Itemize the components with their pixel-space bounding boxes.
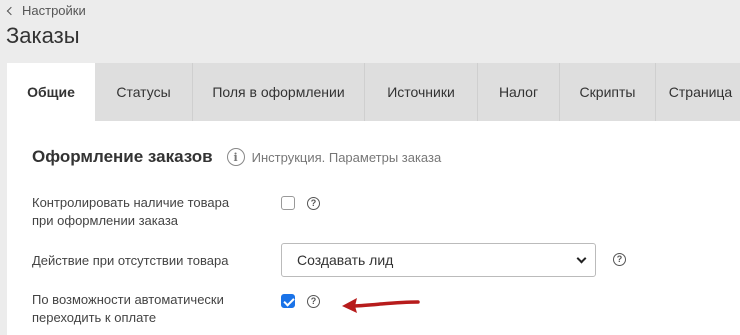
back-link[interactable]: Настройки bbox=[6, 3, 86, 18]
auto-payment-label: По возможности автоматически переходить … bbox=[32, 291, 224, 327]
section-title: Оформление заказов bbox=[32, 147, 213, 166]
out-of-stock-select-value: Создавать лид bbox=[297, 252, 394, 268]
auto-payment-label-line1: По возможности автоматически bbox=[32, 292, 224, 307]
out-of-stock-select[interactable]: Создавать лид bbox=[281, 243, 596, 277]
info-icon: i bbox=[226, 148, 245, 166]
page-title: Заказы bbox=[6, 23, 80, 48]
red-arrow-icon bbox=[342, 298, 420, 313]
check-stock-label-line1: Контролировать наличие товара bbox=[32, 195, 230, 210]
tab-sources[interactable]: Источники bbox=[365, 63, 478, 121]
settings-panel: Оформление заказов i Инструкция. Парамет… bbox=[7, 121, 740, 335]
out-of-stock-label: Действие при отсутствии товара bbox=[32, 253, 229, 268]
check-stock-label: Контролировать наличие товара при оформл… bbox=[32, 194, 229, 230]
tab-pages[interactable]: Страница bbox=[656, 63, 740, 121]
section-header: Оформление заказов i Инструкция. Парамет… bbox=[32, 147, 441, 167]
chevron-down-icon bbox=[576, 253, 587, 264]
help-icon[interactable]: ? bbox=[613, 253, 626, 266]
help-icon[interactable]: ? bbox=[307, 197, 320, 210]
tab-checkout-fields[interactable]: Поля в оформлении bbox=[193, 63, 365, 121]
help-icon[interactable]: ? bbox=[307, 295, 320, 308]
check-stock-label-line2: при оформлении заказа bbox=[32, 213, 179, 228]
tab-statuses[interactable]: Статусы bbox=[95, 63, 193, 121]
instruction-link[interactable]: Инструкция. Параметры заказа bbox=[252, 150, 442, 165]
auto-payment-label-line2: переходить к оплате bbox=[32, 310, 157, 325]
tab-tax[interactable]: Налог bbox=[478, 63, 560, 121]
check-stock-checkbox[interactable] bbox=[281, 196, 295, 210]
chevron-left-icon bbox=[6, 6, 16, 16]
auto-payment-checkbox[interactable] bbox=[281, 294, 295, 308]
tab-scripts[interactable]: Скрипты bbox=[560, 63, 656, 121]
back-link-label: Настройки bbox=[22, 3, 86, 18]
tab-general[interactable]: Общие bbox=[7, 63, 95, 121]
tab-bar: Общие Статусы Поля в оформлении Источник… bbox=[7, 63, 740, 121]
